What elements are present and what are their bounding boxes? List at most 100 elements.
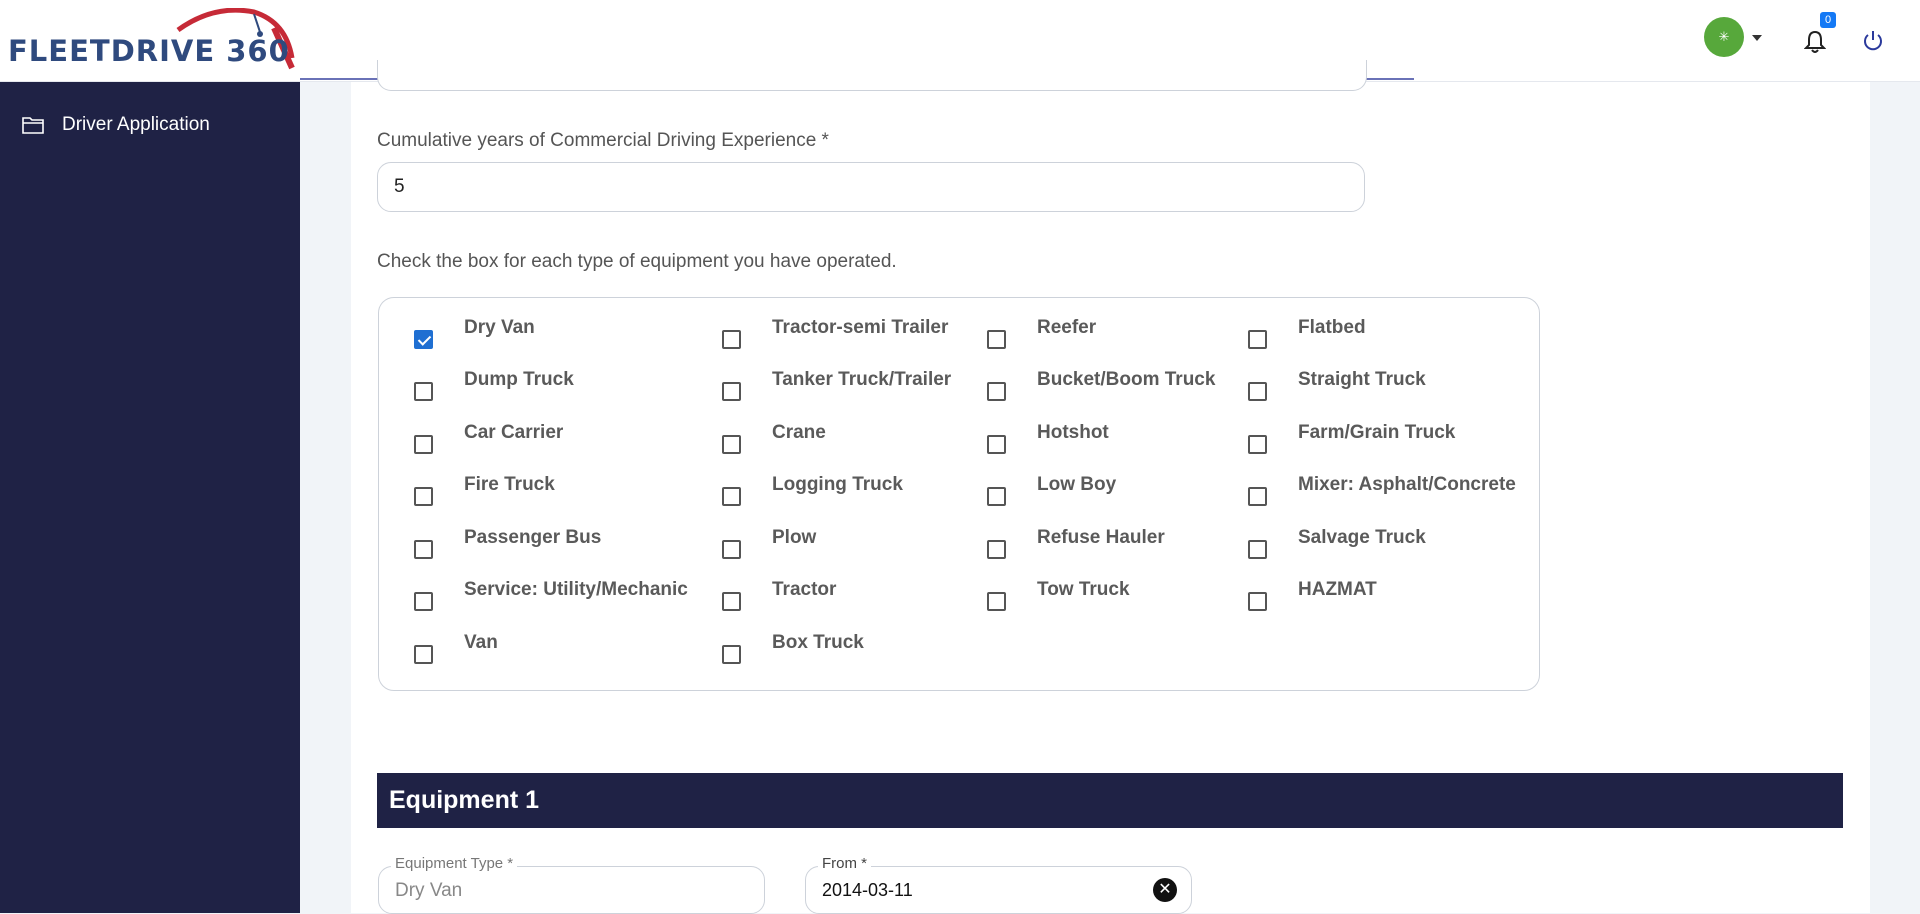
checkbox[interactable] [1248,329,1267,349]
checkbox[interactable] [987,486,1006,506]
equipment-checkbox-group: Dry Van Tractor-semi Trailer Reefer Flatbed… [378,297,1540,691]
checkbox[interactable] [414,644,433,664]
equipment-option[interactable]: Farm/Grain Truck [1248,422,1455,458]
equipment-option[interactable]: Fire Truck [414,474,555,510]
equipment-option[interactable]: Mixer: Asphalt/Concrete [1248,474,1516,510]
from-date-field[interactable]: From * 2014-03-11 ✕ [805,855,1192,914]
checkbox[interactable] [414,539,433,559]
equipment-option[interactable]: Car Carrier [414,422,563,458]
equipment-option[interactable]: Refuse Hauler [987,527,1165,563]
equipment-option-label: Logging Truck [772,474,903,495]
avatar[interactable]: ✳ [1704,17,1744,57]
equipment-option-label: Passenger Bus [464,527,602,548]
checkbox[interactable] [722,539,741,559]
equipment-type-value: Dry Van [395,880,463,901]
chevron-down-icon[interactable] [1752,35,1762,41]
app-logo[interactable]: FLEETDRIVE 360 [6,8,306,74]
notification-badge: 0 [1820,12,1836,28]
experience-input[interactable] [377,162,1365,212]
power-icon[interactable] [1862,30,1884,52]
equipment-option-label: Flatbed [1298,317,1366,338]
equipment-option-label: Van [464,632,498,653]
equipment-option[interactable]: Crane [722,422,826,458]
equipment-option-label: Plow [772,527,817,548]
equipment-option[interactable]: Hotshot [987,422,1109,458]
equipment-option-label: Box Truck [772,632,864,653]
checkbox[interactable] [987,591,1006,611]
equipment-option-label: Straight Truck [1298,369,1426,390]
equipment-section-header: Equipment 1 [377,773,1843,828]
equipment-option-label: Hotshot [1037,422,1109,443]
equipment-option[interactable]: Plow [722,527,816,563]
checkbox[interactable] [1248,539,1267,559]
equipment-option[interactable]: Low Boy [987,474,1116,510]
section-title: Equipment 1 [389,786,540,814]
checkbox-checked[interactable] [414,329,433,349]
from-date-label: From * [818,855,871,872]
checkbox[interactable] [987,381,1006,401]
checkbox[interactable] [414,434,433,454]
equipment-option-label: HAZMAT [1298,579,1377,600]
equipment-option-label: Crane [772,422,826,443]
checkbox[interactable] [1248,486,1267,506]
checkbox[interactable] [1248,434,1267,454]
equipment-type-field[interactable]: Equipment Type * Dry Van [378,855,765,914]
equipment-option-label: Fire Truck [464,474,555,495]
equipment-option[interactable]: Dry Van [414,317,535,353]
equipment-option[interactable]: Straight Truck [1248,369,1426,405]
checkbox[interactable] [722,434,741,454]
equipment-option[interactable]: Reefer [987,317,1096,353]
checkbox[interactable] [722,329,741,349]
equipment-option-label: Reefer [1037,317,1097,338]
sidebar-item-driver-application[interactable]: Driver Application [22,110,210,140]
equipment-option-label: Dump Truck [464,369,574,390]
bell-icon[interactable] [1804,30,1826,54]
equipment-option-label: Farm/Grain Truck [1298,422,1456,443]
equipment-option[interactable]: Flatbed [1248,317,1366,353]
checkbox[interactable] [414,486,433,506]
checkbox[interactable] [414,381,433,401]
equipment-option-label: Dry Van [464,317,535,338]
equipment-option[interactable]: Dump Truck [414,369,574,405]
equipment-option-label: Tractor-semi Trailer [772,317,949,338]
equipment-option-label: Bucket/Boom Truck [1037,369,1216,390]
equipment-option-label: Tow Truck [1037,579,1130,600]
equipment-option[interactable]: Service: Utility/Mechanic [414,579,688,615]
checkbox[interactable] [722,381,741,401]
equipment-type-label: Equipment Type * [391,855,518,872]
checkbox[interactable] [987,434,1006,454]
sidebar: Driver Application [0,82,300,913]
checkbox[interactable] [722,486,741,506]
equipment-option[interactable]: Salvage Truck [1248,527,1426,563]
checkbox[interactable] [722,591,741,611]
checkbox[interactable] [987,329,1006,349]
equipment-option[interactable]: Box Truck [722,632,864,668]
equipment-option-label: Service: Utility/Mechanic [464,579,688,600]
equipment-option-label: Mixer: Asphalt/Concrete [1298,474,1516,495]
clear-icon[interactable]: ✕ [1153,878,1177,902]
folder-icon [22,117,44,134]
equipment-option-label: Salvage Truck [1298,527,1426,548]
equipment-option[interactable]: Bucket/Boom Truck [987,369,1215,405]
equipment-option[interactable]: Tow Truck [987,579,1130,615]
equipment-option[interactable]: Logging Truck [722,474,903,510]
equipment-option[interactable]: Tractor [722,579,836,615]
checkbox[interactable] [1248,381,1267,401]
equipment-option[interactable]: Van [414,632,498,668]
from-date-value: 2014-03-11 [822,880,913,900]
equipment-option[interactable]: Passenger Bus [414,527,601,563]
checkbox[interactable] [414,591,433,611]
equipment-option[interactable]: HAZMAT [1248,579,1377,615]
previous-input-field[interactable] [377,60,1367,91]
equipment-option-label: Low Boy [1037,474,1117,495]
equipment-option[interactable]: Tractor-semi Trailer [722,317,948,353]
equipment-option-label: Car Carrier [464,422,564,443]
checkbox[interactable] [987,539,1006,559]
checkbox[interactable] [722,644,741,664]
checkbox[interactable] [1248,591,1267,611]
equipment-option-label: Refuse Hauler [1037,527,1165,548]
equipment-option[interactable]: Tanker Truck/Trailer [722,369,951,405]
experience-label: Cumulative years of Commercial Driving E… [377,130,829,151]
equipment-instruction: Check the box for each type of equipment… [377,251,897,272]
equipment-option-label: Tanker Truck/Trailer [772,369,952,390]
